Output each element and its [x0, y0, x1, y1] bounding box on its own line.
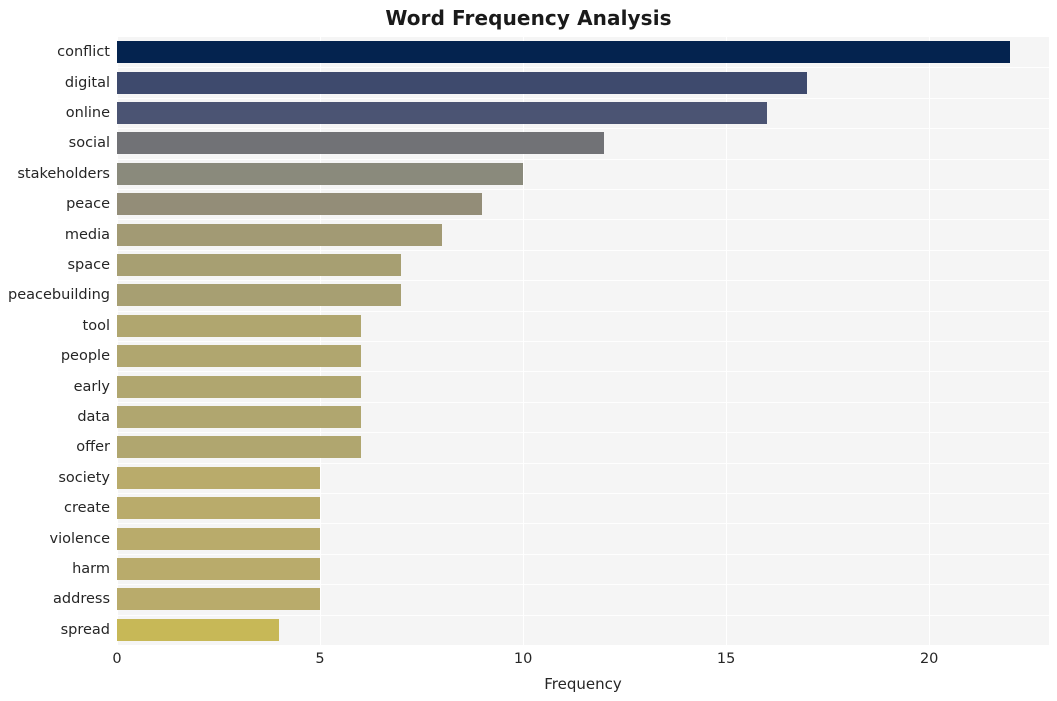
bar	[117, 436, 361, 459]
bars-layer	[117, 37, 1049, 645]
bar	[117, 345, 361, 368]
word-frequency-chart: Word Frequency Analysis conflict digital o…	[0, 0, 1057, 701]
bar	[117, 284, 402, 307]
bar	[117, 558, 321, 580]
y-axis-tick-labels: conflict digital online social stakeholders p…	[0, 37, 110, 645]
y-tick-label: stakeholders	[17, 165, 110, 182]
y-tick-label: space	[67, 256, 110, 273]
bar	[117, 193, 483, 216]
bar	[117, 588, 321, 611]
x-tick-label: 5	[315, 651, 325, 667]
bar	[117, 618, 280, 641]
bar	[117, 254, 402, 276]
y-tick-label: society	[58, 469, 110, 486]
plot-area	[117, 37, 1049, 645]
bar	[117, 466, 321, 489]
bar	[117, 497, 321, 520]
y-tick-label: violence	[49, 530, 110, 547]
y-tick-label: offer	[76, 439, 110, 456]
y-tick-label: peacebuilding	[8, 287, 110, 304]
x-tick-label: 0	[112, 651, 122, 667]
y-tick-label: create	[63, 499, 110, 516]
y-tick-label: digital	[64, 74, 110, 91]
bar	[117, 71, 808, 94]
y-tick-label: social	[68, 135, 110, 152]
y-tick-label: conflict	[57, 43, 110, 60]
bar	[117, 527, 321, 550]
y-tick-label: address	[53, 591, 110, 608]
bar	[117, 132, 605, 155]
x-tick-label: 20	[919, 651, 939, 667]
bar	[117, 102, 767, 124]
y-tick-label: spread	[60, 621, 110, 638]
y-tick-label: peace	[66, 195, 110, 212]
bar	[117, 223, 442, 246]
y-tick-label: early	[73, 378, 110, 395]
bar	[117, 375, 361, 398]
bar	[117, 41, 1011, 64]
y-tick-label: data	[77, 408, 110, 425]
y-tick-label: harm	[72, 560, 110, 577]
x-tick-label: 15	[716, 651, 736, 667]
x-axis-title: Frequency	[544, 675, 622, 693]
x-tick-label: 10	[513, 651, 533, 667]
y-tick-label: tool	[82, 317, 110, 334]
bar	[117, 314, 361, 337]
y-tick-label: media	[64, 226, 110, 243]
bar	[117, 162, 524, 185]
bar	[117, 406, 361, 428]
y-tick-label: people	[60, 347, 110, 364]
chart-title: Word Frequency Analysis	[385, 6, 672, 30]
x-axis-tick-labels: 0 5 10 15 20	[0, 652, 1057, 674]
y-tick-label: online	[65, 104, 110, 121]
